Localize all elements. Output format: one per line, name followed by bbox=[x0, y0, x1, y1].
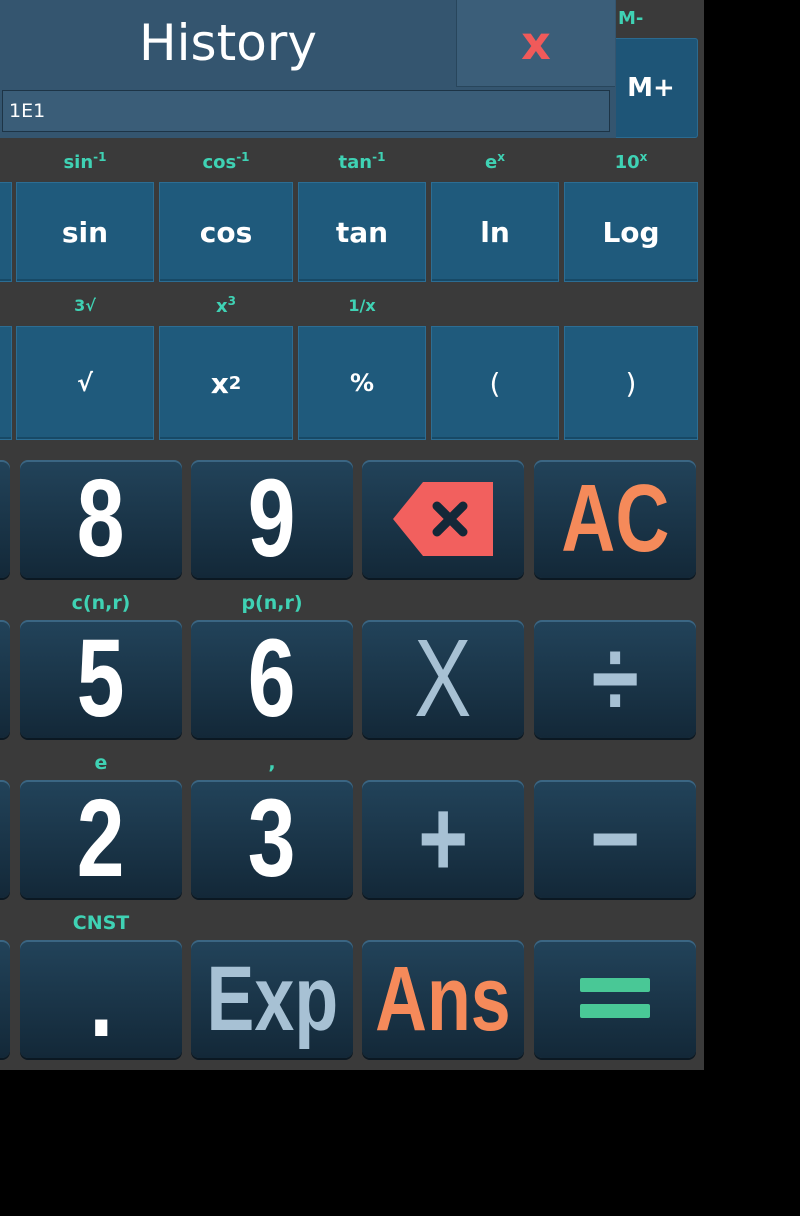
tan-button[interactable]: tan bbox=[298, 182, 426, 282]
digit-2-button[interactable]: 2 bbox=[20, 780, 182, 898]
digit-5-button[interactable]: 5 bbox=[20, 620, 182, 738]
ln-button[interactable]: ln bbox=[431, 182, 559, 282]
backspace-button[interactable] bbox=[362, 460, 524, 578]
exp-button[interactable]: Exp bbox=[191, 940, 353, 1058]
divide-button[interactable]: ÷ bbox=[534, 620, 696, 738]
sci-key-partial[interactable] bbox=[0, 326, 12, 440]
comma-shift-label: , bbox=[268, 752, 276, 774]
plus-button[interactable]: + bbox=[362, 780, 524, 898]
decimal-point-button[interactable]: . bbox=[20, 940, 182, 1058]
sin-button[interactable]: sin bbox=[16, 182, 154, 282]
history-panel: History x 1E1 bbox=[0, 0, 616, 138]
permutation-shift-label: p(n,r) bbox=[241, 592, 303, 614]
constants-shift-label: CNST bbox=[72, 912, 130, 934]
digit-8-button[interactable]: 8 bbox=[20, 460, 182, 578]
cos-inverse-shift-label: cos-1 bbox=[202, 150, 250, 173]
memory-plus-button[interactable]: M+ bbox=[604, 38, 698, 138]
digit-9-button[interactable]: 9 bbox=[191, 460, 353, 578]
calculator-app: M- M+ History x 1E1 sin-1 cos-1 tan-1 ex… bbox=[0, 0, 704, 1070]
tan-inverse-shift-label: tan-1 bbox=[338, 150, 386, 173]
combination-shift-label: c(n,r) bbox=[71, 592, 131, 614]
open-paren-button[interactable]: ( bbox=[431, 326, 559, 440]
history-entry[interactable]: 1E1 bbox=[2, 90, 610, 132]
x-squared-button[interactable]: x2 bbox=[159, 326, 293, 440]
multiply-button[interactable]: X bbox=[362, 620, 524, 738]
equals-button[interactable]: = bbox=[534, 940, 696, 1058]
exp-shift-label: ex bbox=[485, 150, 505, 173]
ans-button[interactable]: Ans bbox=[362, 940, 524, 1058]
minus-button[interactable]: − bbox=[534, 780, 696, 898]
percent-button[interactable]: % bbox=[298, 326, 426, 440]
history-title: History bbox=[139, 14, 317, 72]
cube-root-shift-label: 3√ bbox=[74, 296, 96, 315]
log-button[interactable]: Log bbox=[564, 182, 698, 282]
history-close-button[interactable]: x bbox=[456, 0, 615, 87]
key-partial[interactable] bbox=[0, 780, 10, 898]
key-partial[interactable] bbox=[0, 460, 10, 578]
ten-power-shift-label: 10x bbox=[614, 150, 648, 173]
digit-3-button[interactable]: 3 bbox=[191, 780, 353, 898]
sin-inverse-shift-label: sin-1 bbox=[63, 150, 107, 173]
digit-6-button[interactable]: 6 bbox=[191, 620, 353, 738]
x-cubed-shift-label: x3 bbox=[216, 294, 236, 317]
reciprocal-shift-label: 1/x bbox=[348, 296, 376, 315]
euler-shift-label: e bbox=[94, 752, 108, 774]
key-partial[interactable] bbox=[0, 620, 10, 738]
sci-key-partial[interactable] bbox=[0, 182, 12, 282]
cos-button[interactable]: cos bbox=[159, 182, 293, 282]
key-partial[interactable] bbox=[0, 940, 10, 1058]
backspace-icon bbox=[393, 482, 493, 556]
sqrt-button[interactable]: √ bbox=[16, 326, 154, 440]
equals-icon bbox=[580, 978, 650, 1018]
memory-minus-shift-label: M- bbox=[618, 8, 644, 29]
close-icon: x bbox=[521, 16, 551, 70]
all-clear-button[interactable]: AC bbox=[534, 460, 696, 578]
close-paren-button[interactable]: ) bbox=[564, 326, 698, 440]
